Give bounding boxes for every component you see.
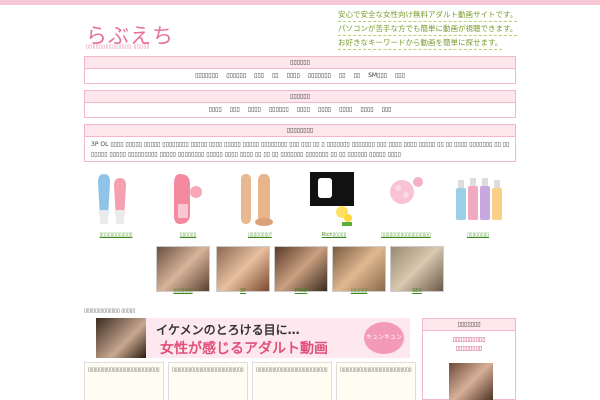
category-link[interactable]: ▯▯▯ — [382, 106, 392, 113]
article-card[interactable]: ▯▯▯▯▯▯▯▯▯▯▯▯▯▯▯▯▯▯▯▯▯▯▯▯▯▯ — [252, 362, 332, 400]
category-box-1: ▯▯▯▯▯▯ ▯▯▯▯▯▯▯ ▯▯▯▯▯▯ ▯▯▯ ▯▯ ▯▯▯▯ ▯▯▯▯▯▯▯ ▯▯ ▯▯… — [84, 56, 516, 84]
section-label: ▯▯▯▯▯▯▯▯▯▯▯▯▯ ▯▯▯▯▯ — [84, 308, 136, 314]
sidebar-title: ▯▯▯▯▯▯▯ — [423, 319, 515, 331]
sidebar-link[interactable]: ▯▯▯▯▯▯▯▯ — [423, 345, 515, 352]
tag-cloud-line[interactable]: 3P OL ▯▯▯▯ ▯▯▯▯▯ ▯▯▯▯▯ ▯▯▯▯▯▯▯▯ ▯▯▯▯▯ ▯▯… — [91, 140, 509, 150]
video-caption[interactable]: ▯▯▯▯▯▯ — [332, 288, 386, 294]
category-link[interactable]: ▯▯▯ — [254, 72, 264, 79]
vibrator-icon — [90, 170, 142, 228]
category-link[interactable]: ▯▯▯▯ — [297, 106, 310, 113]
product-thumb-4[interactable]: Rich▯▯▯▯▯ — [304, 170, 364, 238]
video-thumb-1[interactable] — [156, 246, 210, 292]
product-caption[interactable]: ▯▯▯▯▯▯▯▯! — [230, 232, 290, 238]
video-thumb-3[interactable] — [274, 246, 328, 292]
product-caption[interactable]: ▯▯▯▯▯▯▯▯▯▯▯▯▯▯▯▯▯▯ — [370, 232, 442, 238]
banner-heart-badge: キュンキュン — [364, 322, 404, 354]
vibrator-pink-icon — [162, 170, 214, 228]
video-caption[interactable]: SEX — [390, 288, 444, 294]
product-thumb-2[interactable]: ▯▯▯▯▯▯ — [158, 170, 218, 238]
article-card[interactable]: ▯▯▯▯▯▯▯▯▯▯▯▯▯▯▯▯▯▯▯▯▯▯▯▯▯▯ — [168, 362, 248, 400]
tag-cloud: 3P OL ▯▯▯▯ ▯▯▯▯▯ ▯▯▯▯▯ ▯▯▯▯▯▯▯▯ ▯▯▯▯▯ ▯▯… — [85, 137, 515, 163]
category-link[interactable]: ▯▯▯▯ — [339, 106, 352, 113]
banner-subheadline: 女性が感じるアダルト動画 — [160, 341, 328, 357]
sponge-icon — [380, 170, 432, 228]
top-accent-bar — [0, 0, 600, 5]
banner-headline: イケメンのとろける目に… — [156, 323, 300, 337]
sidebar-widget: ▯▯▯▯▯▯▯ ▯▯▯▯▯▯▯▯▯▯ ▯▯▯▯▯▯▯▯ — [422, 318, 516, 400]
category-link[interactable]: SM▯▯▯ — [368, 72, 387, 79]
product-thumb-6[interactable]: ▯▯▯▯▯▯▯▯ — [448, 170, 508, 238]
video-caption[interactable]: FACE — [274, 288, 328, 294]
category-link[interactable]: ▯▯▯▯ — [209, 106, 222, 113]
article-card[interactable]: ▯▯▯▯▯▯▯▯▯▯▯▯▯▯▯▯▯▯▯▯▯▯▯▯▯▯ — [84, 362, 164, 400]
category-link[interactable]: ▯▯▯▯ — [318, 106, 331, 113]
tagline-1: 安心で安全な女性向け無料アダルト動画サイトです。 — [338, 8, 518, 22]
product-caption[interactable]: Rich▯▯▯▯▯ — [304, 232, 364, 238]
product-thumb-5[interactable]: ▯▯▯▯▯▯▯▯▯▯▯▯▯▯▯▯▯▯ — [376, 170, 436, 238]
product-caption[interactable]: ▯▯▯▯▯▯▯▯ — [448, 232, 508, 238]
category-box-2-links: ▯▯▯▯ ▯▯▯ ▯▯▯▯ ▯▯▯▯▯▯ ▯▯▯▯ ▯▯▯▯ ▯▯▯▯ ▯▯▯▯ ▯▯▯ — [85, 103, 515, 113]
dildo-icon — [234, 170, 286, 228]
category-link[interactable]: ▯▯▯▯▯▯ — [226, 72, 246, 79]
category-box-1-title: ▯▯▯▯▯▯ — [85, 57, 515, 69]
product-caption[interactable]: ▯▯▯▯▯▯ — [158, 232, 218, 238]
promo-banner[interactable]: イケメンのとろける目に… 女性が感じるアダルト動画 キュンキュン — [96, 318, 410, 358]
sidebar-link[interactable]: ▯▯▯▯▯▯▯▯▯▯ — [423, 336, 515, 343]
category-link[interactable]: ▯▯▯▯▯▯ — [269, 106, 289, 113]
product-thumb-3[interactable]: ▯▯▯▯▯▯▯▯! — [230, 170, 290, 238]
category-link[interactable]: ▯▯ — [272, 72, 279, 79]
video-thumb-2[interactable] — [216, 246, 270, 292]
category-link[interactable]: ▯▯▯▯▯▯▯ — [195, 72, 218, 79]
banner-photo — [96, 318, 146, 358]
category-link[interactable]: ▯▯▯▯ — [287, 72, 300, 79]
category-box-2: ▯▯▯▯▯▯ ▯▯▯▯ ▯▯▯ ▯▯▯▯ ▯▯▯▯▯▯ ▯▯▯▯ ▯▯▯▯ ▯▯▯▯ ▯▯▯▯… — [84, 90, 516, 118]
video-caption[interactable]: 3P — [216, 288, 270, 294]
category-link[interactable]: ▯▯▯▯▯▯▯ — [308, 72, 331, 79]
product-thumb-1[interactable]: ▯▯▯▯▯▯▯▯▯▯▯▯ — [86, 170, 146, 238]
video-thumb-5[interactable] — [390, 246, 444, 292]
video-caption[interactable]: ▯▯▯▯▯▯▯ — [156, 288, 210, 294]
category-box-1-links: ▯▯▯▯▯▯▯ ▯▯▯▯▯▯ ▯▯▯ ▯▯ ▯▯▯▯ ▯▯▯▯▯▯▯ ▯▯ ▯▯ SM▯▯▯ ▯▯… — [85, 69, 515, 79]
tag-cloud-box: ▯▯▯▯▯▯▯▯ 3P OL ▯▯▯▯ ▯▯▯▯▯ ▯▯▯▯▯ ▯▯▯▯▯▯▯▯… — [84, 124, 516, 162]
product-caption[interactable]: ▯▯▯▯▯▯▯▯▯▯▯▯ — [86, 232, 146, 238]
category-box-2-title: ▯▯▯▯▯▯ — [85, 91, 515, 103]
rotor-icon — [308, 170, 360, 228]
category-link[interactable]: ▯▯▯▯ — [360, 106, 373, 113]
site-subtitle: ▯▯▯▯▯▯▯▯▯▯▯▯▯▯ ▯▯▯▯▯ — [86, 44, 150, 50]
category-link[interactable]: ▯▯▯ — [230, 106, 240, 113]
tagline-2: パソコンが苦手な方でも簡単に動画が視聴できます。 — [338, 22, 518, 36]
video-thumb-4[interactable] — [332, 246, 386, 292]
tagline-3: お好きなキーワードから動画を簡単に探せます。 — [338, 36, 503, 50]
tag-cloud-title: ▯▯▯▯▯▯▯▯ — [85, 125, 515, 137]
category-link[interactable]: ▯▯ — [354, 72, 361, 79]
category-link[interactable]: ▯▯ — [339, 72, 346, 79]
article-card[interactable]: ▯▯▯▯▯▯▯▯▯▯▯▯▯▯▯▯▯▯▯▯▯▯▯▯▯▯ — [336, 362, 416, 400]
sidebar-photo[interactable] — [449, 363, 493, 400]
category-link[interactable]: ▯▯▯ — [395, 72, 405, 79]
lotion-icon — [452, 170, 504, 228]
category-link[interactable]: ▯▯▯▯ — [248, 106, 261, 113]
tag-cloud-line[interactable]: ▯▯▯▯▯ ▯▯▯▯▯ ▯▯▯▯▯▯▯▯▯ ▯▯▯▯▯ ▯▯▯▯▯▯▯▯ ▯▯▯… — [91, 150, 509, 160]
